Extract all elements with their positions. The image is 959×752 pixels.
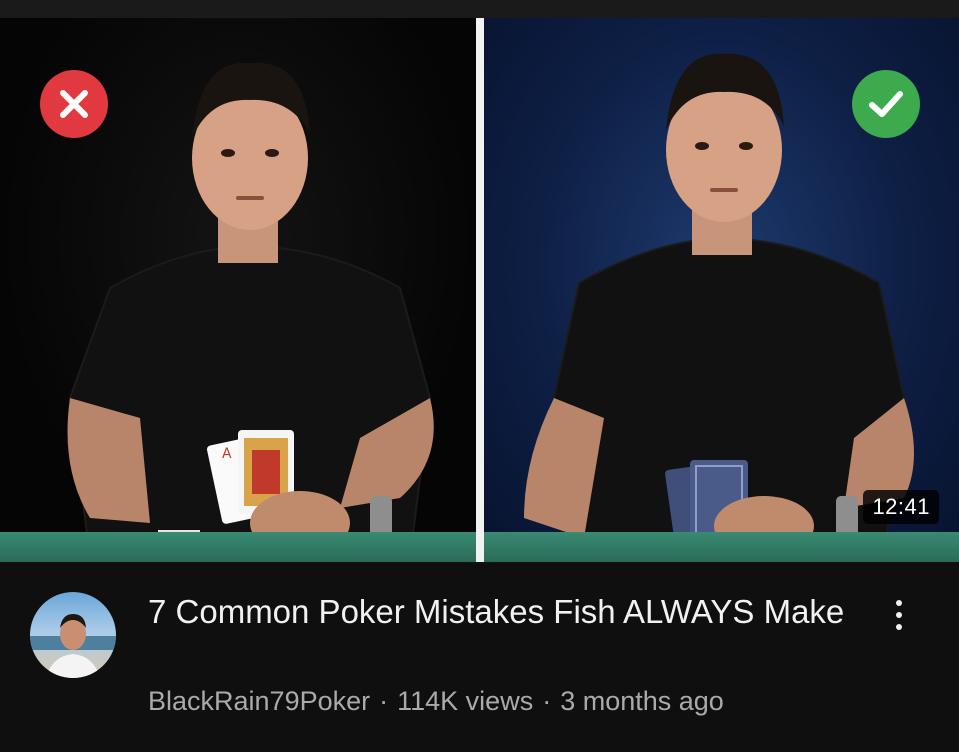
- video-subtitle: BlackRain79Poker · 114K views · 3 months ago: [148, 686, 724, 717]
- thumbnail-top-strip: [0, 0, 959, 18]
- video-thumbnail[interactable]: A 12:41: [0, 0, 959, 562]
- poker-table-felt: [0, 532, 476, 562]
- channel-name[interactable]: BlackRain79Poker: [148, 686, 370, 716]
- check-mark-icon: [852, 70, 920, 138]
- x-mark-icon: [40, 70, 108, 138]
- poker-table-felt: [484, 532, 959, 562]
- panel-divider: [476, 18, 484, 562]
- svg-text:A: A: [222, 446, 232, 462]
- view-count: 114K views: [397, 686, 534, 716]
- upload-age: 3 months ago: [560, 686, 724, 716]
- more-vertical-icon[interactable]: [882, 592, 916, 638]
- separator: ·: [542, 686, 552, 716]
- separator: ·: [379, 686, 389, 716]
- video-title[interactable]: 7 Common Poker Mistakes Fish ALWAYS Make: [148, 590, 848, 633]
- video-card[interactable]: A 12:41 7 Common Poker Mistakes Fish ALW…: [0, 0, 959, 752]
- channel-avatar[interactable]: [30, 592, 116, 678]
- video-meta: 7 Common Poker Mistakes Fish ALWAYS Make…: [0, 562, 959, 752]
- video-duration: 12:41: [863, 490, 939, 524]
